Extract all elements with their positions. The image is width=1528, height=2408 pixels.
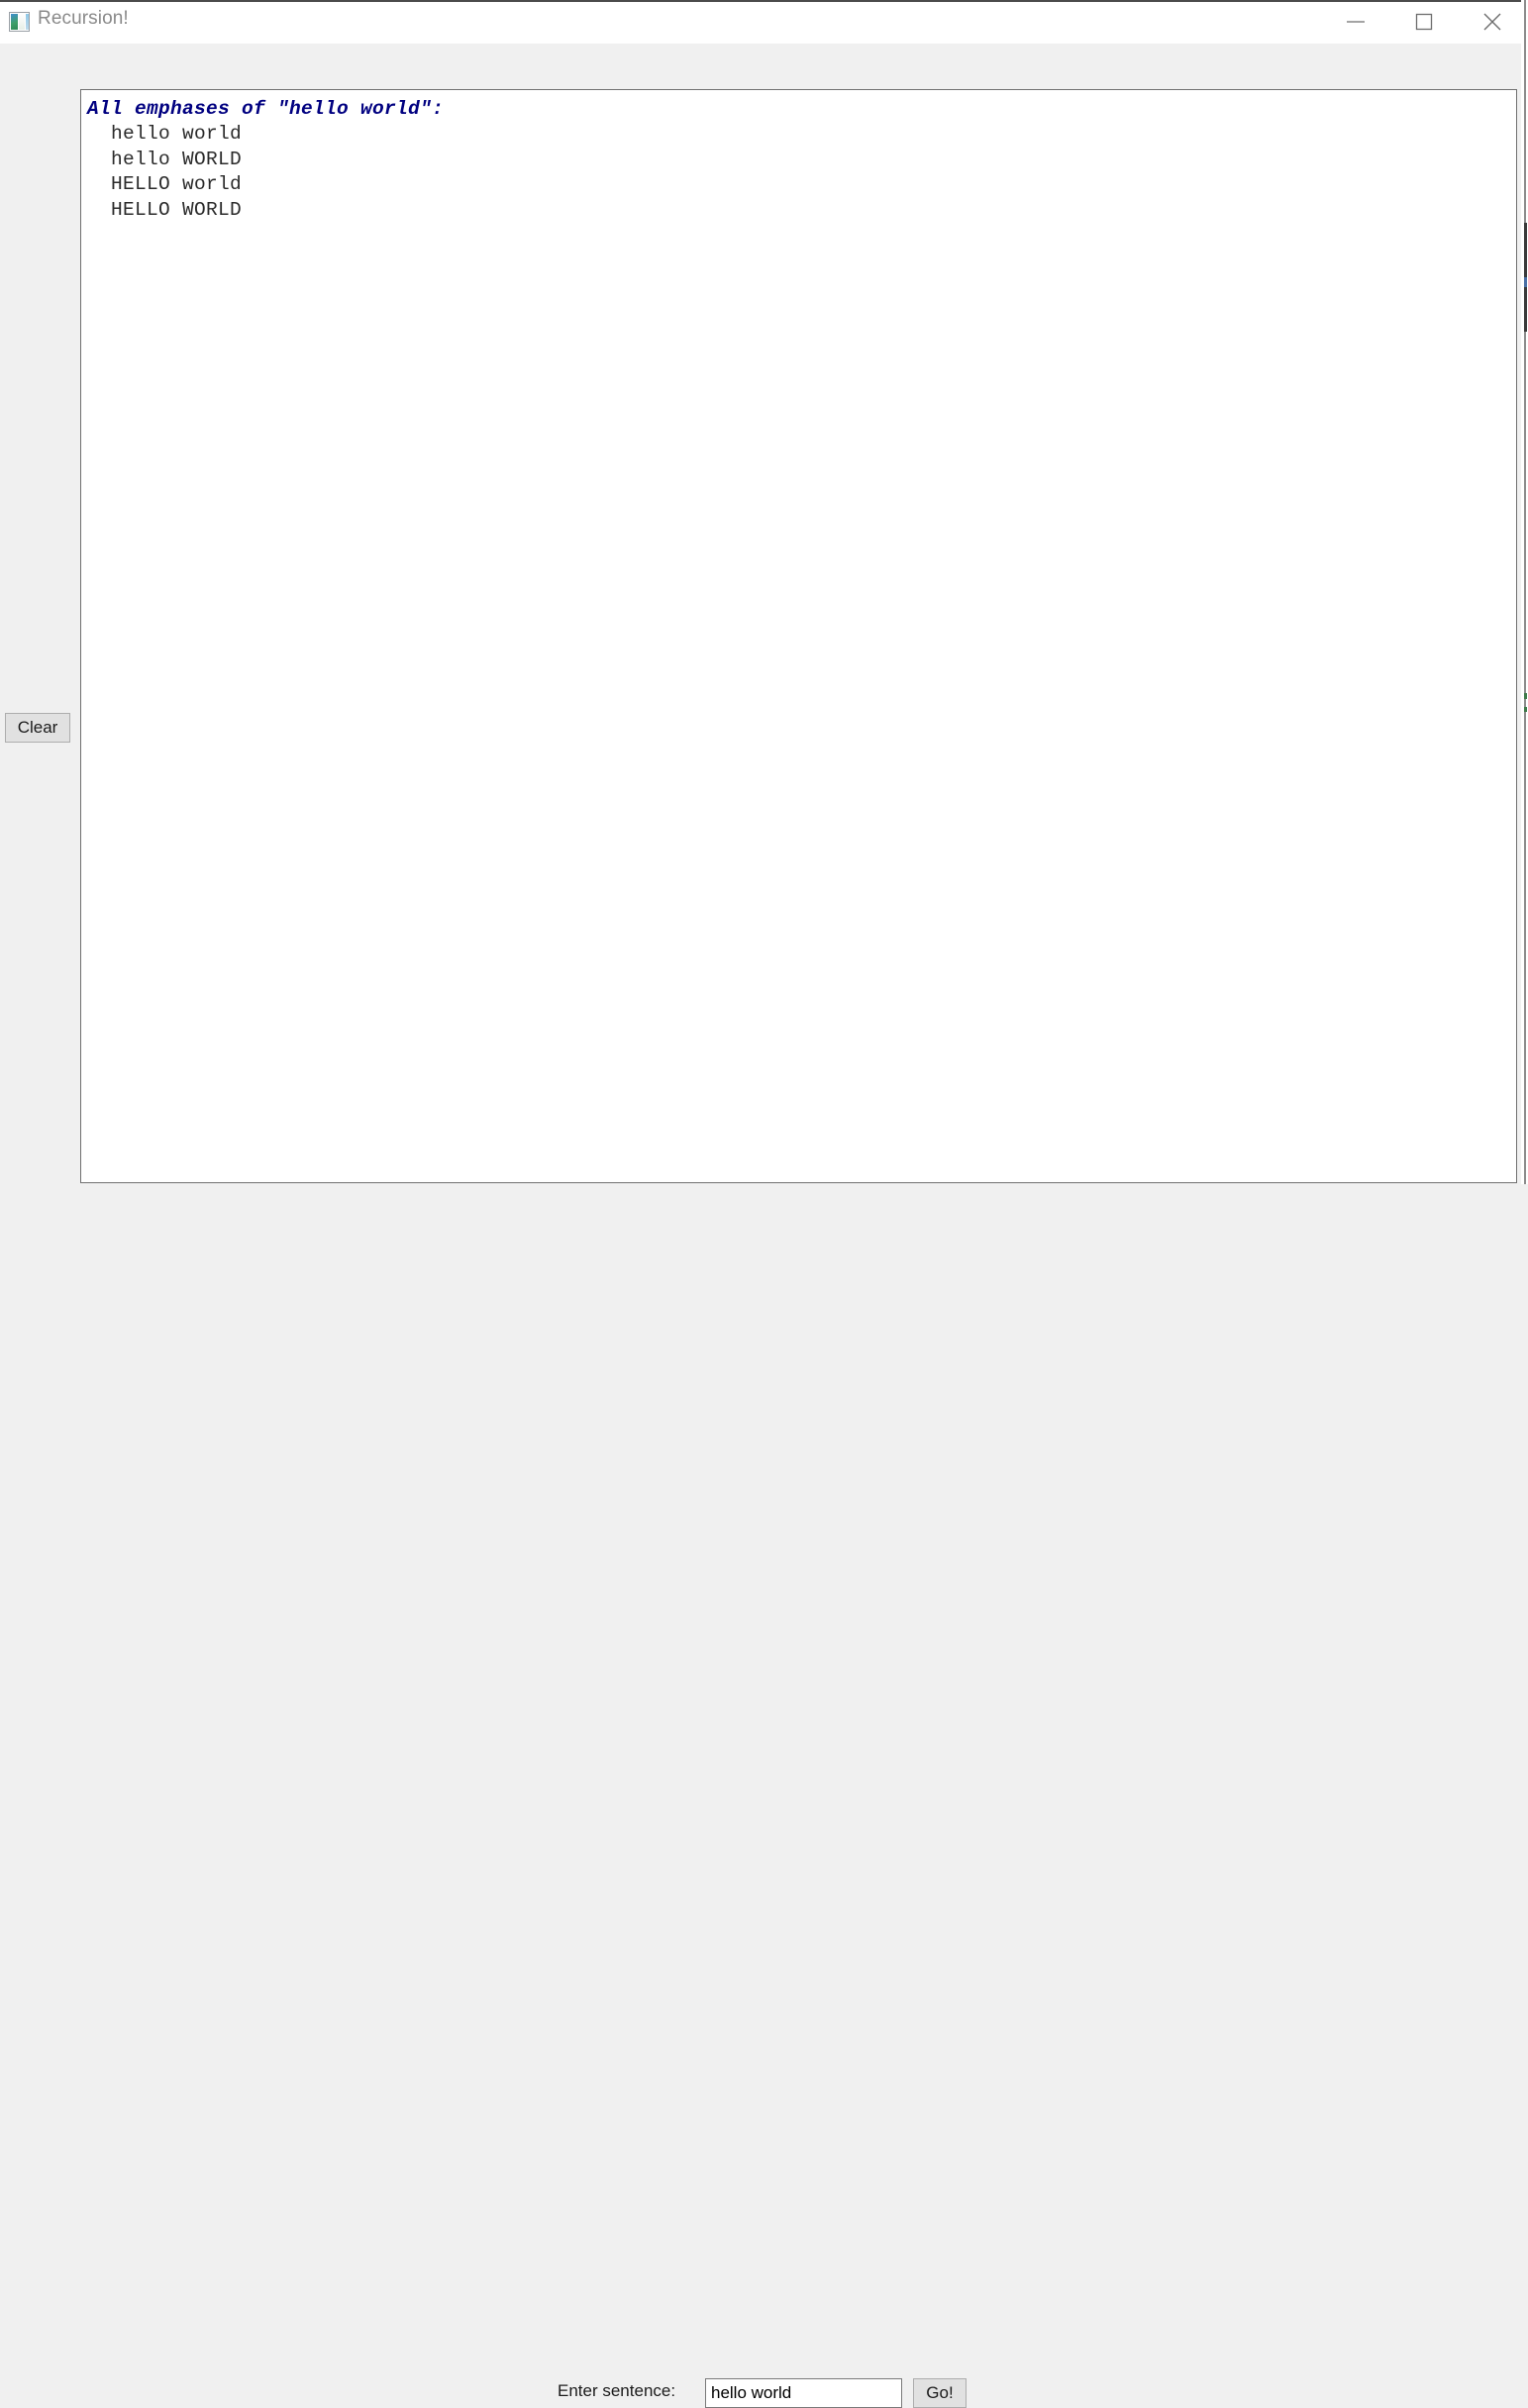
- maximize-icon: [1415, 13, 1433, 31]
- console-content: All emphases of "hello world": hello wor…: [81, 90, 1516, 223]
- minimize-icon: [1345, 16, 1367, 28]
- title-bar: Recursion!: [0, 0, 1528, 45]
- go-button[interactable]: Go!: [913, 2378, 967, 2408]
- console-line: hello WORLD: [87, 148, 243, 170]
- window-top-edge: [0, 0, 1528, 2]
- sentence-input[interactable]: [705, 2378, 902, 2408]
- left-panel: Clear: [0, 88, 80, 1184]
- console-output-area[interactable]: All emphases of "hello world": hello wor…: [80, 89, 1517, 1183]
- console-line: HELLO world: [87, 173, 243, 195]
- bottom-bar: Enter sentence: Go!: [0, 1184, 1528, 2408]
- console-line: HELLO WORLD: [87, 198, 243, 221]
- console-heading: All emphases of "hello world":: [87, 98, 445, 120]
- toolbar: Run Tests Interactive Sierpinski Sierpin…: [0, 44, 1528, 127]
- maximize-button[interactable]: [1389, 0, 1458, 43]
- close-icon: [1481, 11, 1503, 33]
- clear-button[interactable]: Clear: [5, 713, 70, 743]
- console-line: hello world: [87, 123, 243, 145]
- app-image-icon: [9, 12, 30, 32]
- window-title: Recursion!: [38, 8, 129, 29]
- minimize-button[interactable]: [1321, 0, 1389, 43]
- close-button[interactable]: [1458, 0, 1526, 43]
- application-window: Recursion! Ru: [0, 0, 1528, 2408]
- sentence-label: Enter sentence:: [558, 2381, 676, 2400]
- screen-right-edge: [1521, 0, 1528, 1228]
